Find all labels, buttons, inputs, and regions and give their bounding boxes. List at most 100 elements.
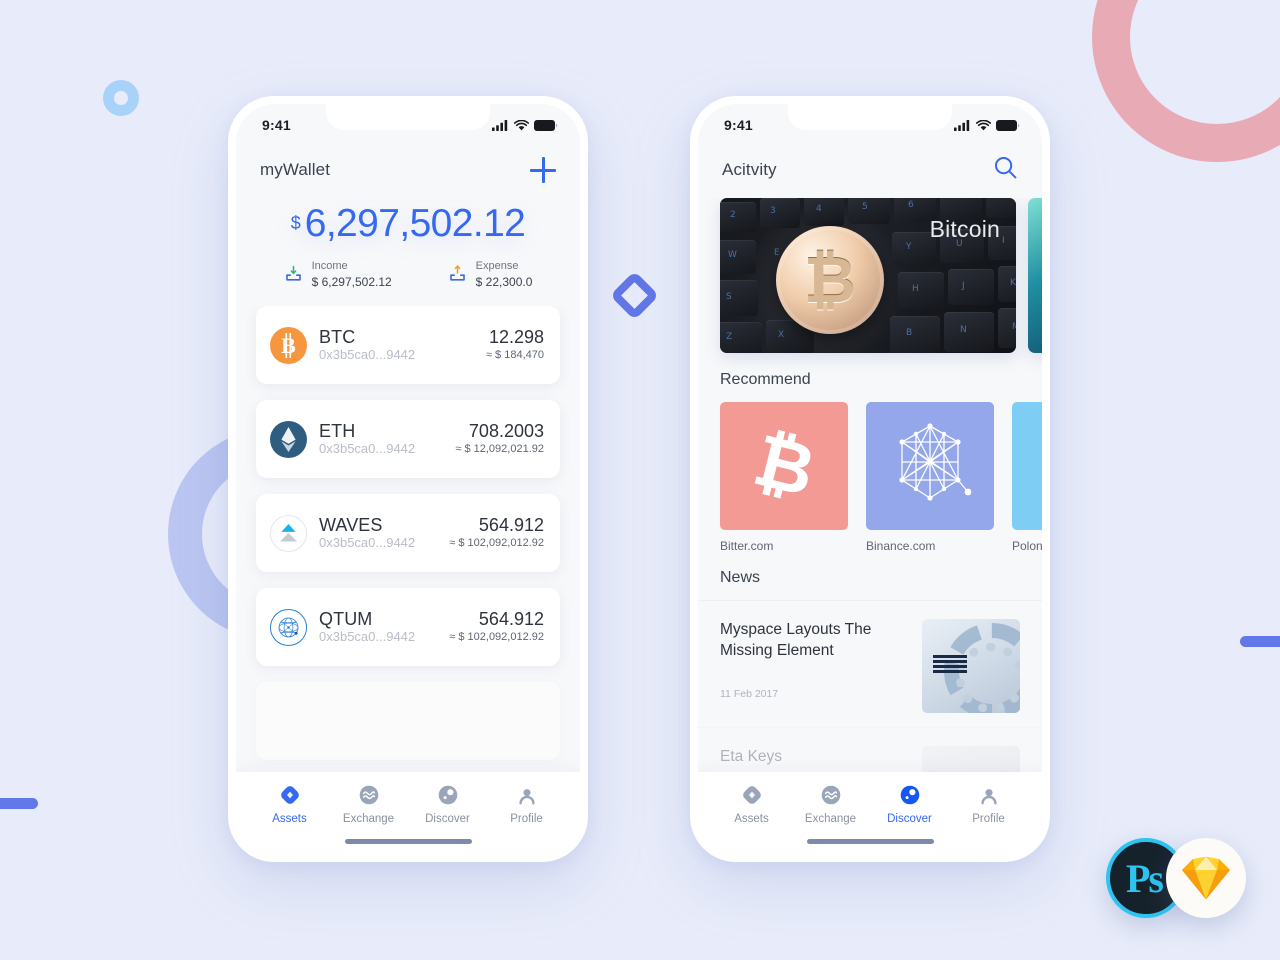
news-list: Myspace Layouts The Missing Element 11 F… (698, 600, 1042, 772)
list-item[interactable]: Myspace Layouts The Missing Element 11 F… (698, 600, 1042, 727)
discover-screen: 9:41 Acitvity 2 3 4 5 6 W E Y U I S H J … (698, 104, 1042, 854)
table-row[interactable]: QTUM 0x3b5ca0...9442 564.912 ≈ $ 102,092… (256, 588, 560, 667)
list-item[interactable]: Binance.com (866, 402, 994, 553)
right-bar-decoration (1240, 636, 1280, 647)
tab-label: Assets (272, 813, 307, 825)
page-title: Acitvity (722, 160, 777, 179)
banner-card[interactable]: 2 3 4 5 6 W E Y U I S H J K Z X B N M ₿ … (720, 198, 1016, 353)
news-text: Myspace Layouts The Missing Element 11 F… (720, 619, 908, 700)
asset-fiat-value: ≈ $ 12,092,021.92 (455, 442, 544, 455)
news-title: Eta Keys (720, 748, 783, 765)
status-icons (492, 119, 558, 131)
add-wallet-button[interactable] (530, 157, 556, 183)
income-expense-row: Income $ 6,297,502.12 Expense $ 22,300.0 (236, 259, 580, 290)
news-date: 11 Feb 2017 (720, 687, 779, 700)
disc-arc-decoration (956, 643, 1020, 713)
tab-discover[interactable]: Discover (408, 784, 487, 825)
tab-profile[interactable]: Profile (487, 784, 566, 825)
asset-side: 708.2003 ≈ $ 12,092,021.92 (455, 421, 544, 457)
table-row[interactable]: WAVES 0x3b5ca0...9442 564.912 ≈ $ 102,09… (256, 494, 560, 573)
income-label: Income (311, 260, 348, 272)
tab-assets[interactable]: Assets (712, 784, 791, 825)
diamond-outline-decoration (609, 270, 660, 321)
expense-value: $ 22,300.0 (475, 274, 533, 289)
balance-row: $ 6,297,502.12 (236, 204, 580, 243)
wallet-screen: 9:41 myWallet $ 6,297,502.12 Income $ 6,… (236, 104, 580, 854)
list-item[interactable]: Eta Keys (698, 727, 1042, 772)
profile-person-icon (980, 789, 997, 805)
expense-label: Expense (475, 260, 519, 272)
asset-symbol: QTUM (319, 608, 373, 629)
income-item: Income $ 6,297,502.12 (284, 259, 392, 290)
bitcoin-coin: ₿ (776, 226, 884, 334)
battery-icon (534, 119, 558, 131)
asset-address: 0x3b5ca0...9442 (319, 629, 416, 645)
table-row-partial[interactable] (256, 682, 560, 761)
asset-amount: 564.912 (478, 608, 544, 629)
news-section-title: News (720, 569, 761, 586)
teal-abstract-photo (1028, 198, 1042, 353)
asset-address: 0x3b5ca0...9442 (319, 441, 416, 457)
search-button[interactable] (993, 155, 1018, 185)
recommend-label: Bitter.com (720, 539, 774, 553)
tabs: Assets Exchange Discover Profile (250, 784, 566, 825)
bitcoin-icon: B (270, 326, 307, 364)
bottom-tab-bar: Assets Exchange Discover Profile (236, 772, 580, 854)
svg-text:B: B (281, 333, 296, 358)
banner-card[interactable] (1028, 198, 1042, 353)
banner-carousel[interactable]: 2 3 4 5 6 W E Y U I S H J K Z X B N M ₿ … (698, 198, 1042, 353)
total-balance: 6,297,502.12 (304, 202, 526, 245)
tab-label: Profile (510, 813, 543, 825)
binance-network-icon (866, 402, 994, 530)
recommend-label: Binance.com (866, 539, 936, 553)
asset-side: 564.912 ≈ $ 102,092,012.92 (449, 515, 544, 551)
tab-discover[interactable]: Discover (870, 784, 949, 825)
assets-diamond-icon (280, 786, 299, 804)
income-text: Income $ 6,297,502.12 (312, 259, 392, 290)
status-clock: 9:41 (262, 117, 291, 133)
poloniex-icon (1012, 402, 1042, 530)
exchange-waves-icon (821, 785, 840, 805)
asset-amount: 708.2003 (468, 420, 544, 441)
search-icon (995, 157, 1017, 179)
wallet-phone-mockup: 9:41 myWallet $ 6,297,502.12 Income $ 6,… (228, 96, 588, 862)
tab-exchange[interactable]: Exchange (329, 784, 408, 825)
asset-fiat-value: ≈ $ 102,092,012.92 (449, 536, 544, 549)
battery-icon (996, 119, 1020, 131)
status-clock: 9:41 (724, 117, 753, 133)
table-row[interactable]: B BTC 0x3b5ca0...9442 12.298 ≈ $ 184,470 (256, 306, 560, 385)
page-title: myWallet (260, 160, 331, 179)
bottom-tab-bar: Assets Exchange Discover Profile (698, 772, 1042, 854)
status-icons (954, 119, 1020, 131)
list-item[interactable]: Polonie (1012, 402, 1042, 553)
exchange-waves-icon (359, 785, 378, 805)
tab-label: Assets (734, 813, 769, 825)
wallet-header: myWallet (236, 142, 580, 198)
ethereum-icon (270, 420, 307, 458)
discover-phone-mockup: 9:41 Acitvity 2 3 4 5 6 W E Y U I S H J … (690, 96, 1050, 862)
asset-address: 0x3b5ca0...9442 (319, 347, 416, 363)
tabs: Assets Exchange Discover Profile (712, 784, 1028, 825)
asset-main: BTC 0x3b5ca0...9442 (319, 327, 486, 364)
tab-exchange[interactable]: Exchange (791, 784, 870, 825)
profile-person-icon (518, 789, 535, 805)
asset-list[interactable]: B BTC 0x3b5ca0...9442 12.298 ≈ $ 184,470 (236, 306, 580, 772)
list-item[interactable]: ₿ Bitter.com (720, 402, 848, 553)
recommend-carousel[interactable]: ₿ Bitter.com Binance.com Polon (698, 402, 1042, 553)
ibm-hardware-photo (922, 619, 1020, 713)
asset-main: WAVES 0x3b5ca0...9442 (319, 515, 449, 552)
asset-side: 564.912 ≈ $ 102,092,012.92 (449, 609, 544, 645)
download-tray-icon (285, 265, 301, 281)
tab-profile[interactable]: Profile (949, 784, 1028, 825)
qtum-icon (270, 608, 307, 646)
currency-symbol: $ (290, 213, 301, 233)
table-row[interactable]: ETH 0x3b5ca0...9442 708.2003 ≈ $ 12,092,… (256, 400, 560, 479)
asset-amount: 564.912 (478, 514, 544, 535)
asset-main: QTUM 0x3b5ca0...9442 (319, 609, 449, 646)
tab-assets[interactable]: Assets (250, 784, 329, 825)
home-indicator[interactable] (806, 839, 934, 844)
discover-content[interactable]: 2 3 4 5 6 W E Y U I S H J K Z X B N M ₿ … (698, 198, 1042, 772)
discover-compass-icon (900, 785, 919, 805)
bitcoin-b-icon: ₿ (720, 402, 848, 530)
home-indicator[interactable] (344, 839, 472, 844)
